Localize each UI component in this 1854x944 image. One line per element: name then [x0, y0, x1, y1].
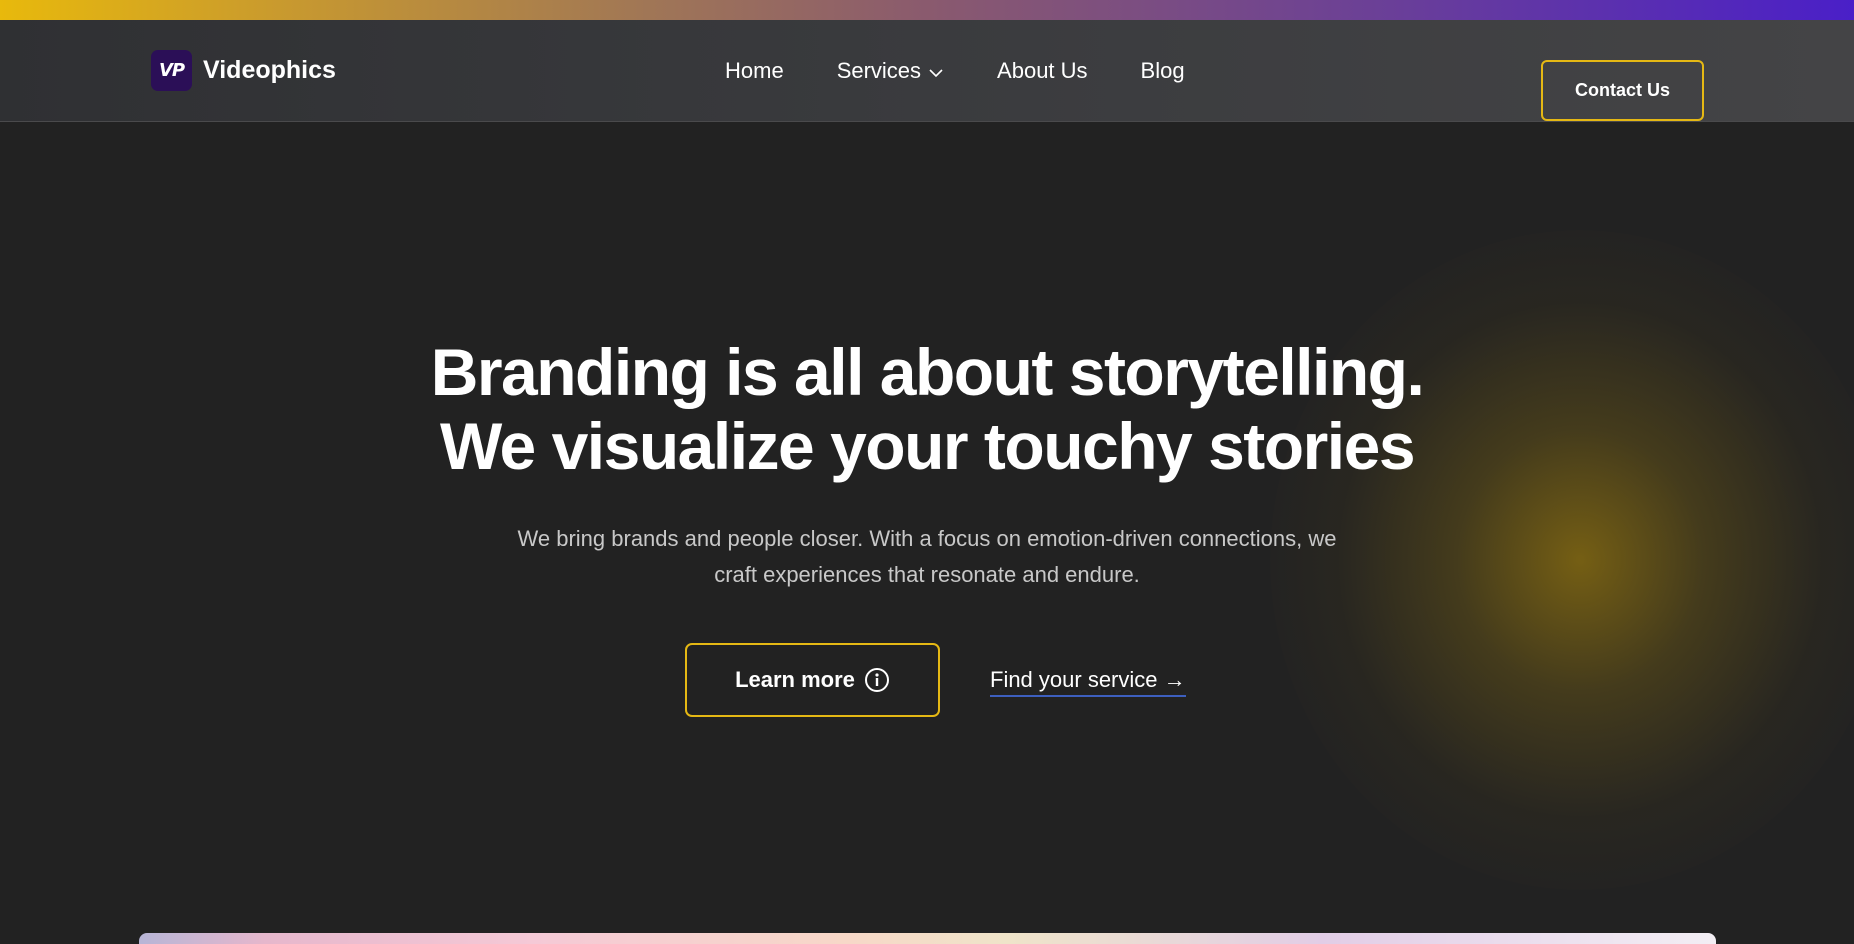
nav-item-services[interactable]: Services	[837, 58, 944, 84]
hero-title-line-2: We visualize your touchy stories	[439, 409, 1416, 483]
hero-subtitle-line-1: We bring brands and people closer. With …	[517, 526, 1337, 551]
top-gradient-strip	[0, 0, 1854, 20]
find-your-service-link[interactable]: Find your service →	[990, 667, 1186, 697]
chevron-down-icon	[929, 68, 943, 77]
page: VP Videophics Home Services About Us Blo…	[0, 0, 1854, 944]
hero-subtitle: We bring brands and people closer. With …	[0, 521, 1854, 593]
nav-item-about-us[interactable]: About Us	[997, 58, 1088, 84]
nav-item-services-label: Services	[836, 58, 922, 83]
navbar: VP Videophics Home Services About Us Blo…	[0, 20, 1854, 122]
learn-more-button[interactable]: Learn more	[685, 643, 940, 717]
hero-title-line-1: Branding is all about storytelling.	[430, 335, 1425, 409]
nav-menu: Home Services About Us Blog	[725, 56, 1185, 86]
brand-name: Videophics	[203, 55, 336, 84]
contact-us-button[interactable]: Contact Us	[1541, 60, 1704, 121]
nav-item-blog[interactable]: Blog	[1141, 58, 1185, 84]
bottom-gradient-card	[139, 933, 1716, 944]
info-icon	[864, 668, 889, 692]
hero-title: Branding is all about storytelling. We v…	[0, 335, 1854, 483]
brand[interactable]: VP Videophics	[151, 49, 336, 91]
nav-item-home[interactable]: Home	[725, 58, 784, 84]
logo-icon: VP	[151, 49, 192, 91]
learn-more-label: Learn more	[735, 667, 855, 692]
hero-subtitle-line-2: craft experiences that resonate and endu…	[714, 562, 1140, 587]
